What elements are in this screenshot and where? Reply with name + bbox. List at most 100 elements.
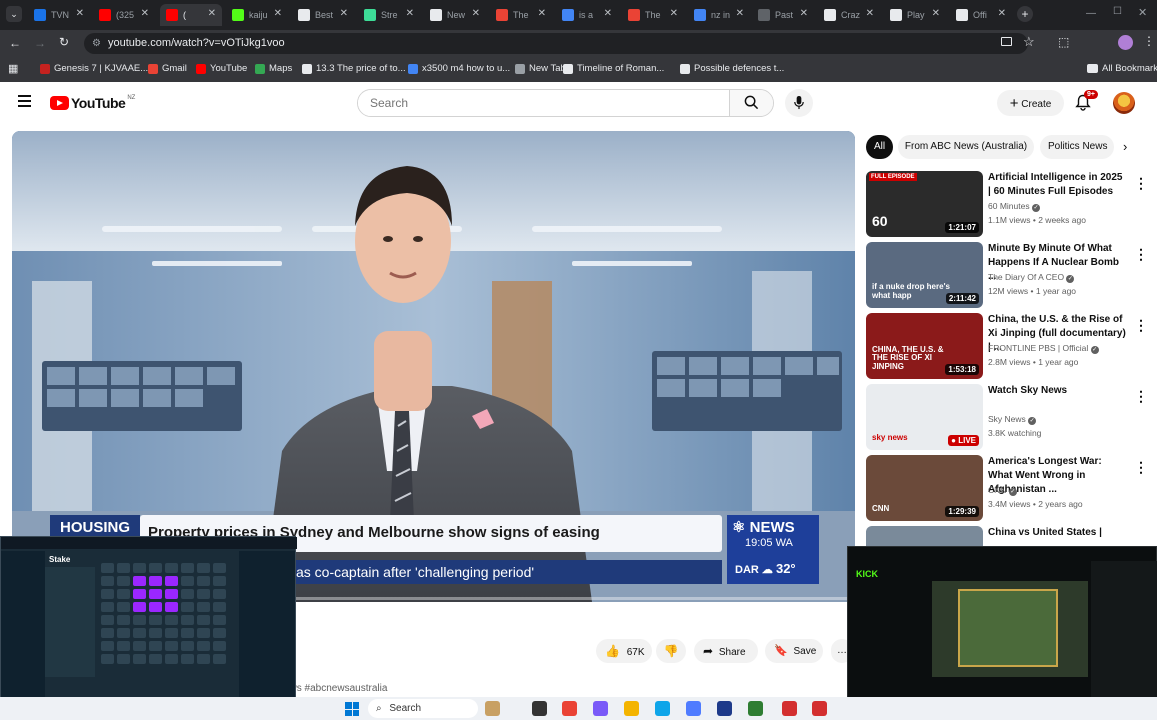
forward-icon[interactable]: → bbox=[34, 36, 46, 50]
reload-icon[interactable]: ↻ bbox=[59, 35, 69, 49]
tab-close-icon[interactable]: ✕ bbox=[274, 8, 282, 19]
tab-close-icon[interactable]: ✕ bbox=[866, 8, 874, 19]
browser-tab[interactable]: (✕ bbox=[160, 4, 222, 26]
more-options-icon[interactable]: ⋮ bbox=[1134, 317, 1148, 334]
stake-tile[interactable] bbox=[117, 654, 130, 664]
video-thumbnail[interactable]: sky news ● LIVE bbox=[866, 384, 983, 450]
tab-close-icon[interactable]: ✕ bbox=[670, 8, 678, 19]
cast-icon[interactable] bbox=[1001, 37, 1012, 46]
tab-close-icon[interactable]: ✕ bbox=[800, 8, 808, 19]
stake-tile[interactable] bbox=[213, 641, 226, 651]
stake-tile[interactable] bbox=[197, 589, 210, 599]
taskbar-folder-icon[interactable] bbox=[624, 701, 639, 716]
tab-close-icon[interactable]: ✕ bbox=[604, 8, 612, 19]
browser-tab[interactable]: kaiju ✕ bbox=[226, 4, 288, 26]
more-options-icon[interactable]: ⋮ bbox=[1134, 388, 1148, 405]
stake-tile[interactable] bbox=[181, 641, 194, 651]
window-minimize-icon[interactable]: — bbox=[1086, 8, 1096, 19]
channel-name[interactable]: FRONTLINE PBS | Official ✓ bbox=[988, 343, 1099, 354]
stake-tile[interactable] bbox=[165, 589, 178, 599]
taskbar-app-icon[interactable] bbox=[812, 701, 827, 716]
stake-tile[interactable] bbox=[197, 602, 210, 612]
video-thumbnail[interactable]: CNN 1:29:39 bbox=[866, 455, 983, 521]
stake-tile[interactable] bbox=[165, 576, 178, 586]
browser-tab[interactable]: is a ✕ bbox=[556, 4, 618, 26]
stake-tile[interactable] bbox=[197, 563, 210, 573]
browser-tab[interactable]: nz in ✕ bbox=[688, 4, 750, 26]
tab-close-icon[interactable]: ✕ bbox=[932, 8, 940, 19]
recommended-video[interactable]: sky news ● LIVE Watch Sky News Sky News ✓ 3.… bbox=[866, 384, 1156, 450]
stake-tile[interactable] bbox=[213, 654, 226, 664]
stake-tile[interactable] bbox=[101, 641, 114, 651]
video-title[interactable]: Artificial Intelligence in 2025 | 60 Min… bbox=[988, 171, 1128, 199]
apps-icon[interactable]: ▦ bbox=[8, 62, 18, 75]
stake-tile[interactable] bbox=[197, 654, 210, 664]
stake-tile[interactable] bbox=[181, 563, 194, 573]
stake-tile[interactable] bbox=[197, 641, 210, 651]
window-maximize-icon[interactable]: ☐ bbox=[1113, 6, 1122, 17]
stake-tile[interactable] bbox=[117, 628, 130, 638]
stake-tile[interactable] bbox=[149, 654, 162, 664]
browser-tab[interactable]: Past ✕ bbox=[752, 4, 814, 26]
stake-tile[interactable] bbox=[101, 589, 114, 599]
stake-tile[interactable] bbox=[149, 602, 162, 612]
stake-tile[interactable] bbox=[133, 615, 146, 625]
recommended-video[interactable]: if a nuke drop here's what happ 2:11:42 Mi… bbox=[866, 242, 1156, 308]
bookmark-item[interactable]: Genesis 7 | KJVAAE... bbox=[40, 63, 148, 74]
bookmark-item[interactable]: 13.3 The price of to... bbox=[302, 63, 406, 74]
stake-tile[interactable] bbox=[117, 563, 130, 573]
chip-all[interactable]: All bbox=[866, 135, 893, 159]
browser-tab[interactable]: The ✕ bbox=[490, 4, 552, 26]
recommended-video[interactable]: China vs United States | Behind the Mili… bbox=[866, 526, 1156, 546]
stake-tile[interactable] bbox=[133, 563, 146, 573]
stake-tile[interactable] bbox=[181, 576, 194, 586]
taskbar-app-icon[interactable] bbox=[717, 701, 732, 716]
stake-tile[interactable] bbox=[213, 615, 226, 625]
taskbar-app-icon[interactable] bbox=[748, 701, 763, 716]
channel-name[interactable]: CNN ✓ bbox=[988, 485, 1017, 496]
stake-tile[interactable] bbox=[133, 628, 146, 638]
stake-tile[interactable] bbox=[197, 576, 210, 586]
stake-tile[interactable] bbox=[181, 602, 194, 612]
notifications-button[interactable]: 9+ bbox=[1075, 90, 1098, 116]
video-player[interactable]: HOUSING Property prices in Sydney and Me… bbox=[12, 131, 855, 602]
bookmark-item[interactable]: Gmail bbox=[148, 63, 187, 74]
stake-tile[interactable] bbox=[149, 641, 162, 651]
stake-tile[interactable] bbox=[101, 602, 114, 612]
stake-tile[interactable] bbox=[149, 628, 162, 638]
hamburger-menu-icon[interactable] bbox=[18, 95, 31, 107]
tab-close-icon[interactable]: ✕ bbox=[538, 8, 546, 19]
stake-tile[interactable] bbox=[101, 563, 114, 573]
tab-search-button[interactable]: ⌄ bbox=[6, 6, 22, 22]
bookmark-item[interactable]: YouTube bbox=[196, 63, 247, 74]
stake-tile[interactable] bbox=[181, 654, 194, 664]
taskbar-app-icon[interactable] bbox=[686, 701, 701, 716]
tab-close-icon[interactable]: ✕ bbox=[340, 8, 348, 19]
taskbar-widget-icon[interactable] bbox=[485, 701, 500, 716]
overlay-window-stake[interactable]: Stake bbox=[0, 536, 297, 714]
taskbar-app-icon[interactable] bbox=[782, 701, 797, 716]
stake-tile[interactable] bbox=[165, 628, 178, 638]
search-input[interactable] bbox=[358, 90, 730, 116]
stake-tile[interactable] bbox=[213, 589, 226, 599]
tab-close-icon[interactable]: ✕ bbox=[141, 8, 149, 19]
voice-search-button[interactable] bbox=[785, 89, 813, 117]
more-options-icon[interactable]: ⋮ bbox=[1134, 175, 1148, 192]
video-thumbnail[interactable]: if a nuke drop here's what happ 2:11:42 bbox=[866, 242, 983, 308]
all-bookmarks[interactable]: All Bookmarks bbox=[1087, 63, 1157, 74]
stake-tile[interactable] bbox=[165, 641, 178, 651]
chip-politics-news[interactable]: Politics News bbox=[1040, 135, 1114, 159]
bookmark-star-icon[interactable]: ☆ bbox=[1023, 34, 1035, 50]
tab-close-icon[interactable]: ✕ bbox=[998, 8, 1006, 19]
stake-tile[interactable] bbox=[101, 615, 114, 625]
more-options-icon[interactable]: ⋮ bbox=[1134, 246, 1148, 263]
stake-tile[interactable] bbox=[133, 602, 146, 612]
browser-tab[interactable]: The ✕ bbox=[622, 4, 684, 26]
recommended-video[interactable]: CNN 1:29:39 America's Longest War: What We… bbox=[866, 455, 1156, 521]
stake-tile[interactable] bbox=[197, 615, 210, 625]
tab-close-icon[interactable]: ✕ bbox=[472, 8, 480, 19]
taskbar-chrome-icon[interactable] bbox=[562, 701, 577, 716]
stake-tile[interactable] bbox=[117, 589, 130, 599]
stake-tile[interactable] bbox=[213, 628, 226, 638]
taskbar-search[interactable]: ⌕ Search bbox=[368, 699, 478, 718]
